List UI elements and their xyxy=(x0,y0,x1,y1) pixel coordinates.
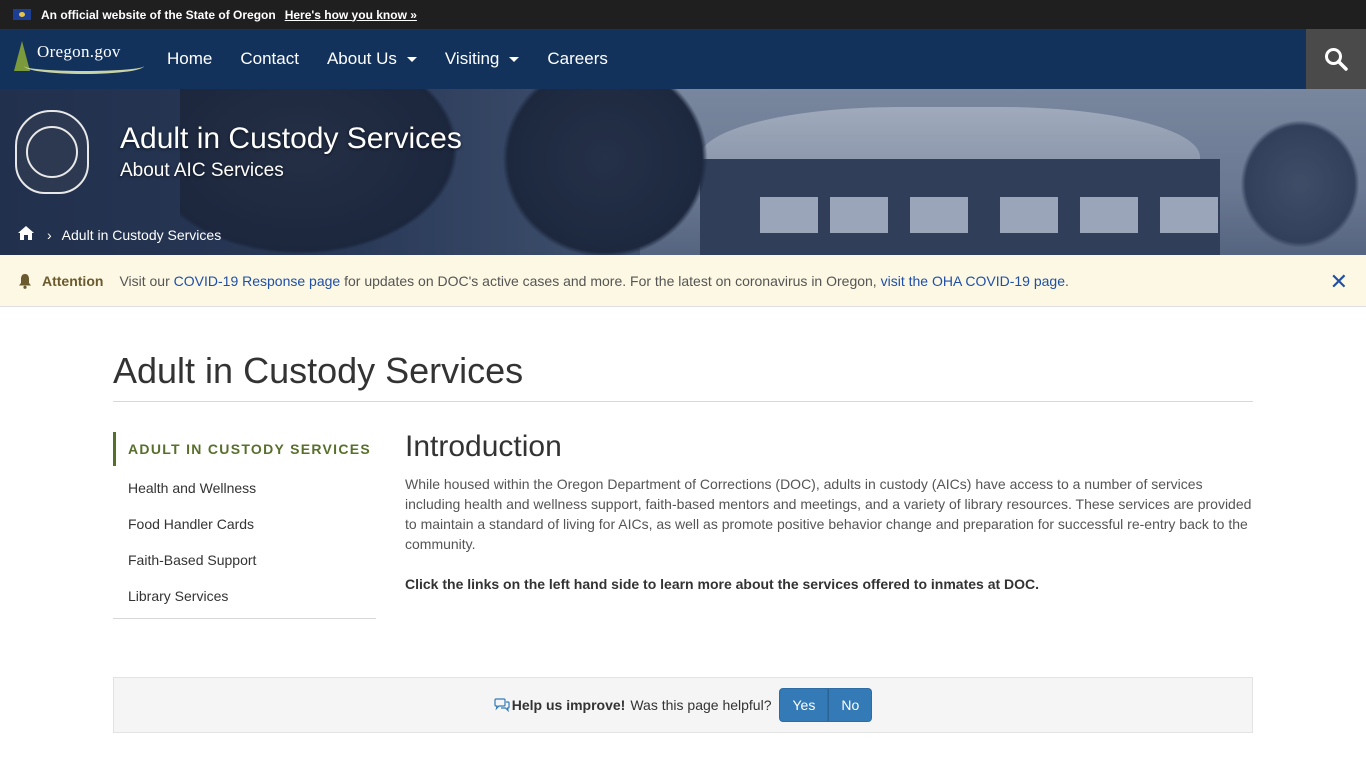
no-button[interactable]: No xyxy=(828,688,873,722)
breadcrumb: › Adult in Custody Services xyxy=(17,225,221,244)
sidebar-heading-link[interactable]: ADULT IN CUSTODY SERVICES xyxy=(113,432,376,466)
feedback-question: Was this page helpful? xyxy=(630,697,772,713)
breadcrumb-home-link[interactable] xyxy=(17,225,35,244)
main-content: Introduction While housed within the Ore… xyxy=(405,430,1253,594)
nav-item-careers[interactable]: Careers xyxy=(533,29,621,89)
chevron-right-icon: › xyxy=(47,226,52,243)
page-title: Adult in Custody Services xyxy=(113,350,524,391)
instruction-paragraph: Click the links on the left hand side to… xyxy=(405,576,1040,592)
search-icon xyxy=(1325,48,1348,71)
attention-alert: Attention Visit our COVID-19 Response pa… xyxy=(0,255,1366,307)
nav-item-contact[interactable]: Contact xyxy=(226,29,313,89)
section-heading: Introduction xyxy=(405,430,562,463)
sidebar-list: Health and Wellness Food Handler Cards F… xyxy=(113,470,376,614)
official-banner: An official website of the State of Oreg… xyxy=(0,0,1366,29)
heres-how-you-know-link[interactable]: Here's how you know » xyxy=(285,8,417,22)
feedback-heading: Help us improve! xyxy=(511,697,626,713)
nav-item-visiting[interactable]: Visiting xyxy=(431,29,534,89)
oregon-flag-icon xyxy=(13,9,31,20)
nav-menu: Home Contact About Us Visiting Careers xyxy=(153,29,622,89)
feedback-buttons: Yes No xyxy=(779,688,873,722)
nav-item-about-us[interactable]: About Us xyxy=(313,29,431,89)
chevron-down-icon xyxy=(406,56,417,62)
bell-icon xyxy=(19,273,31,289)
doc-seal-logo xyxy=(15,110,89,194)
official-banner-text: An official website of the State of Oreg… xyxy=(41,7,276,22)
covid-response-link[interactable]: COVID-19 Response page xyxy=(174,273,341,289)
feedback-panel: Help us improve! Was this page helpful? … xyxy=(113,677,1253,733)
oha-covid-link[interactable]: visit the OHA COVID-19 page xyxy=(881,273,1065,289)
hero-banner: Adult in Custody Services About AIC Serv… xyxy=(0,89,1366,255)
chat-bubble-icon xyxy=(494,698,510,712)
hero-title: Adult in Custody Services xyxy=(120,122,462,155)
sidebar-item-faith-based-support[interactable]: Faith-Based Support xyxy=(113,542,376,578)
oregon-gov-logo[interactable]: Oregon.gov xyxy=(10,39,148,79)
nav-item-home[interactable]: Home xyxy=(153,29,226,89)
main-navigation: Oregon.gov Home Contact About Us Visitin… xyxy=(0,29,1366,89)
search-button[interactable] xyxy=(1306,29,1366,89)
alert-message: Visit our COVID-19 Response page for upd… xyxy=(119,272,1069,289)
sidebar-item-library-services[interactable]: Library Services xyxy=(113,578,376,614)
home-icon xyxy=(18,226,34,240)
breadcrumb-current[interactable]: Adult in Custody Services xyxy=(62,227,222,243)
logo-text: Oregon.gov xyxy=(37,42,121,61)
sidebar-item-health-and-wellness[interactable]: Health and Wellness xyxy=(113,470,376,506)
divider xyxy=(113,618,376,619)
sidebar: ADULT IN CUSTODY SERVICES Health and Wel… xyxy=(113,432,376,619)
chevron-down-icon xyxy=(509,56,520,62)
yes-button[interactable]: Yes xyxy=(779,688,829,722)
sidebar-item-food-handler-cards[interactable]: Food Handler Cards xyxy=(113,506,376,542)
close-icon[interactable]: ✕ xyxy=(1330,269,1348,295)
alert-label: Attention xyxy=(42,272,104,289)
hero-subtitle: About AIC Services xyxy=(120,160,284,181)
divider xyxy=(113,401,1253,402)
intro-paragraph: While housed within the Oregon Departmen… xyxy=(405,476,1252,552)
